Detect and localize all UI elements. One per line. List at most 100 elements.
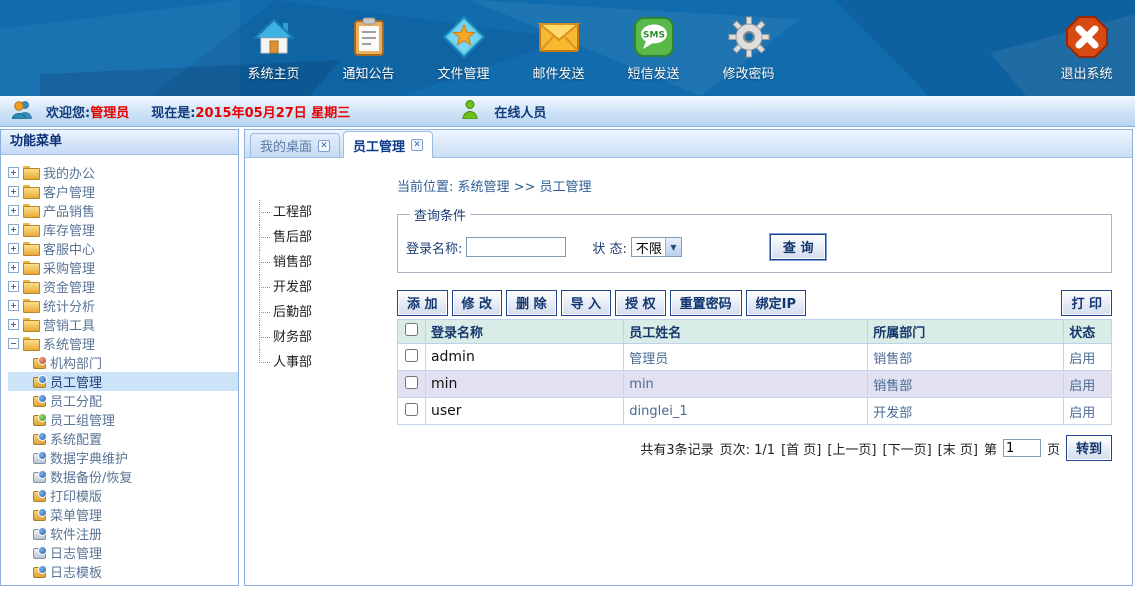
table-row[interactable]: user dinglei_1 开发部 启用 — [398, 398, 1112, 425]
dept-sales[interactable]: 销售部 — [259, 250, 312, 275]
tab-employee-manage[interactable]: 员工管理 ✕ — [343, 131, 433, 158]
online-users-link[interactable]: 在线人员 — [494, 102, 546, 121]
dept-engineering[interactable]: 工程部 — [259, 200, 312, 225]
log-manage-icon — [32, 546, 46, 559]
last-page-link[interactable]: [末 页] — [938, 439, 978, 458]
first-page-link[interactable]: [首 页] — [781, 439, 821, 458]
sidebar-item-customers[interactable]: 客户管理 — [8, 182, 238, 201]
nav-label: 通知公告 — [342, 63, 394, 82]
expand-plus-icon[interactable] — [8, 186, 19, 197]
row-checkbox[interactable] — [405, 376, 418, 389]
table-row[interactable]: admin 管理员 销售部 启用 — [398, 344, 1112, 371]
sidebar-item-org-departments[interactable]: 机构部门 — [8, 353, 238, 372]
goto-prefix: 第 — [984, 439, 997, 458]
authorize-button[interactable]: 授 权 — [615, 290, 666, 316]
nav-file-manage[interactable]: 文件管理 — [416, 15, 511, 82]
delete-button[interactable]: 删 除 — [506, 290, 557, 316]
sidebar-item-label: 机构部门 — [50, 353, 102, 372]
expand-plus-icon[interactable] — [8, 319, 19, 330]
tab-close-icon[interactable]: ✕ — [411, 139, 423, 151]
sidebar-item-label: 日志管理 — [50, 543, 102, 562]
sidebar-item-employee-manage[interactable]: 员工管理 — [8, 372, 238, 391]
sidebar-item-label: 员工分配 — [50, 391, 102, 410]
query-legend: 查询条件 — [410, 205, 470, 224]
next-page-link[interactable]: [下一页] — [883, 439, 932, 458]
dept-finance[interactable]: 财务部 — [259, 325, 312, 350]
cell-status: 启用 — [1064, 344, 1112, 371]
expand-plus-icon[interactable] — [8, 243, 19, 254]
dept-development[interactable]: 开发部 — [259, 275, 312, 300]
add-button[interactable]: 添 加 — [397, 290, 448, 316]
bind-ip-button[interactable]: 绑定IP — [746, 290, 806, 316]
search-button[interactable]: 查 询 — [770, 234, 827, 260]
goto-page-input[interactable] — [1003, 439, 1041, 457]
expand-plus-icon[interactable] — [8, 281, 19, 292]
login-name-input[interactable] — [466, 237, 566, 257]
edit-button[interactable]: 修 改 — [452, 290, 503, 316]
nav-sms[interactable]: SMS 短信发送 — [606, 15, 701, 82]
sidebar-item-data-dictionary[interactable]: 数据字典维护 — [8, 448, 238, 467]
expand-plus-icon[interactable] — [8, 262, 19, 273]
nav-home[interactable]: 系统主页 — [226, 15, 321, 82]
print-button[interactable]: 打 印 — [1061, 290, 1112, 316]
dept-after-sales[interactable]: 售后部 — [259, 225, 312, 250]
nav-exit[interactable]: 退出系统 — [1039, 15, 1134, 82]
dept-logistics[interactable]: 后勤部 — [259, 300, 312, 325]
sidebar-item-service-center[interactable]: 客服中心 — [8, 239, 238, 258]
employee-assign-icon — [32, 394, 46, 407]
software-register-icon — [32, 527, 46, 540]
sidebar-item-employee-assign[interactable]: 员工分配 — [8, 391, 238, 410]
nav-mail[interactable]: 邮件发送 — [511, 15, 606, 82]
expand-plus-icon[interactable] — [8, 300, 19, 311]
expand-minus-icon[interactable] — [8, 338, 19, 349]
sidebar-item-inventory[interactable]: 库存管理 — [8, 220, 238, 239]
sidebar-item-label: 资金管理 — [43, 277, 95, 296]
select-all-checkbox[interactable] — [405, 323, 418, 336]
reset-password-button[interactable]: 重置密码 — [670, 290, 742, 316]
dept-hr[interactable]: 人事部 — [259, 350, 312, 375]
sidebar-item-purchasing[interactable]: 采购管理 — [8, 258, 238, 277]
sidebar-item-log-template[interactable]: 日志模板 — [8, 562, 238, 581]
expand-plus-icon[interactable] — [8, 205, 19, 216]
tab-my-desktop[interactable]: 我的桌面 ✕ — [250, 133, 340, 157]
sidebar-item-menu-manage[interactable]: 菜单管理 — [8, 505, 238, 524]
row-checkbox[interactable] — [405, 349, 418, 362]
sidebar-item-my-office[interactable]: 我的办公 — [8, 163, 238, 182]
sidebar-item-employee-group[interactable]: 员工组管理 — [8, 410, 238, 429]
sidebar-item-statistics[interactable]: 统计分析 — [8, 296, 238, 315]
sidebar-item-print-template[interactable]: 打印模版 — [8, 486, 238, 505]
expand-plus-icon[interactable] — [8, 224, 19, 235]
sidebar-item-label: 软件注册 — [50, 524, 102, 543]
top-nav: 系统主页 通知公告 文件管理 — [226, 0, 796, 96]
sidebar-item-system-config[interactable]: 系统配置 — [8, 429, 238, 448]
sidebar-item-marketing-tools[interactable]: 营销工具 — [8, 315, 238, 334]
row-checkbox[interactable] — [405, 403, 418, 416]
nav-notice[interactable]: 通知公告 — [321, 15, 416, 82]
sidebar-item-system-manage[interactable]: 系统管理 — [8, 334, 238, 353]
sidebar-item-backup-restore[interactable]: 数据备份/恢复 — [8, 467, 238, 486]
org-departments-icon — [32, 356, 46, 369]
prev-page-link[interactable]: [上一页] — [827, 439, 876, 458]
sidebar-item-log-manage[interactable]: 日志管理 — [8, 543, 238, 562]
sidebar-item-software-register[interactable]: 软件注册 — [8, 524, 238, 543]
expand-plus-icon[interactable] — [8, 167, 19, 178]
sidebar-item-label: 数据字典维护 — [50, 448, 128, 467]
tab-content: 工程部 售后部 销售部 开发部 后勤部 财务部 人事部 当前位置: 系统管理 >… — [245, 158, 1132, 585]
sidebar-item-funds[interactable]: 资金管理 — [8, 277, 238, 296]
nav-change-password[interactable]: 修改密码 — [701, 15, 796, 82]
table-row[interactable]: min min 销售部 启用 — [398, 371, 1112, 398]
import-button[interactable]: 导 入 — [561, 290, 612, 316]
sidebar-item-label: 日志模板 — [50, 562, 102, 581]
print-template-icon — [32, 489, 46, 502]
now-label: 现在是: — [151, 102, 195, 121]
tab-close-icon[interactable]: ✕ — [318, 140, 330, 152]
status-select[interactable]: 不限 ▼ — [631, 237, 682, 257]
exit-icon — [1065, 15, 1109, 59]
cell-name: dinglei_1 — [624, 398, 868, 425]
chevron-down-icon[interactable]: ▼ — [665, 238, 681, 256]
cell-dept: 销售部 — [868, 371, 1064, 398]
status-select-value: 不限 — [632, 238, 665, 257]
notice-icon — [347, 15, 391, 59]
goto-button[interactable]: 转到 — [1066, 435, 1112, 461]
sidebar-item-product-sales[interactable]: 产品销售 — [8, 201, 238, 220]
